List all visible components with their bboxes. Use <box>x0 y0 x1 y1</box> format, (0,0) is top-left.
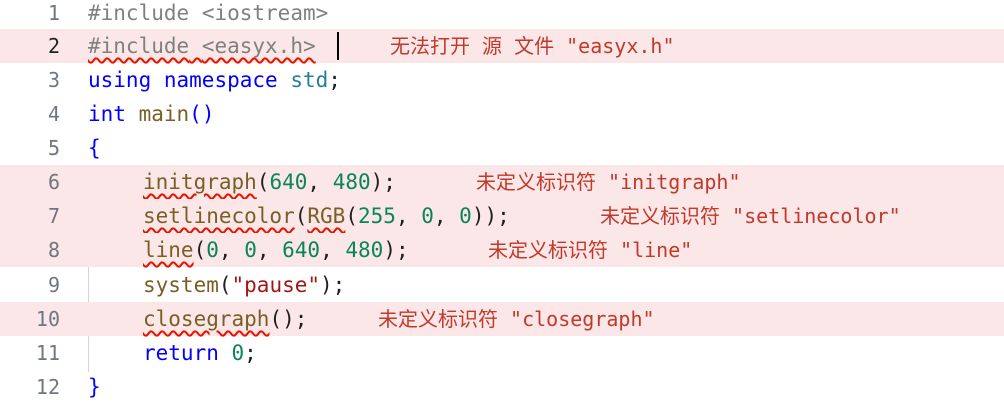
function-name: initgraph <box>143 170 257 194</box>
code-line[interactable]: 9 system("pause"); <box>0 268 1004 302</box>
code-text: system("pause"); <box>143 273 346 297</box>
line-number: 3 <box>47 68 60 92</box>
close-brace: } <box>88 375 101 399</box>
code-text: int main() <box>88 97 214 131</box>
keyword: namespace <box>163 68 278 92</box>
line-number: 1 <box>47 1 60 25</box>
string-literal: "pause" <box>231 273 321 297</box>
line-number: 11 <box>35 341 60 365</box>
line-number: 2 <box>47 34 60 58</box>
include-target: <easyx.h> <box>201 34 316 58</box>
code-text: closegraph(); <box>143 307 308 331</box>
code-line[interactable]: 8 line(0, 0, 640, 480); 未定义标识符 "line" <box>0 233 1004 267</box>
code-line[interactable]: 2 #include <easyx.h> 无法打开 源 文件 "easyx.h" <box>0 29 1004 63</box>
namespace-name: std <box>290 68 329 92</box>
open-brace: { <box>88 136 101 160</box>
code-text: setlinecolor(RGB(255, 0, 0)); <box>143 204 510 228</box>
code-line[interactable]: 12 } <box>0 370 1004 404</box>
code-text: #include <easyx.h> <box>88 29 316 63</box>
function-name: closegraph <box>143 307 270 331</box>
error-message: 未定义标识符 "line" <box>488 238 693 262</box>
line-number: 12 <box>35 375 60 399</box>
code-text: line(0, 0, 640, 480); <box>143 238 409 262</box>
code-text: #include <iostream> <box>88 0 328 30</box>
text-caret <box>337 32 339 60</box>
code-text: return 0; <box>143 341 257 365</box>
line-number: 6 <box>47 170 60 194</box>
error-message: 未定义标识符 "setlinecolor" <box>600 204 901 228</box>
type-keyword: int <box>88 102 126 126</box>
preprocessor-directive: #include <box>88 34 190 58</box>
function-name: line <box>143 238 194 262</box>
code-line[interactable]: 1 #include <iostream> <box>0 0 1004 30</box>
line-number: 8 <box>47 238 60 262</box>
preprocessor-directive: #include <box>88 1 190 25</box>
code-line[interactable]: 6 initgraph(640, 480); 未定义标识符 "initgraph… <box>0 165 1004 199</box>
code-line[interactable]: 7 setlinecolor(RGB(255, 0, 0)); 未定义标识符 "… <box>0 199 1004 233</box>
function-name: main <box>138 102 190 126</box>
code-line[interactable]: 10 closegraph(); 未定义标识符 "closegraph" <box>0 302 1004 336</box>
line-number: 10 <box>35 307 60 331</box>
code-line[interactable]: 11 return 0; <box>0 336 1004 370</box>
macro-name: RGB <box>307 204 346 228</box>
punctuation: ; <box>328 68 341 92</box>
error-message: 无法打开 源 文件 "easyx.h" <box>390 34 675 58</box>
line-number: 4 <box>47 102 60 126</box>
code-line[interactable]: 4 int main() <box>0 97 1004 131</box>
line-number: 5 <box>47 136 60 160</box>
line-number: 9 <box>47 273 60 297</box>
code-text: initgraph(640, 480); <box>143 170 396 194</box>
keyword: return <box>143 341 219 365</box>
function-name: setlinecolor <box>143 204 295 228</box>
include-target: <iostream> <box>201 1 329 25</box>
code-editor[interactable]: 1 #include <iostream> 2 #include <easyx.… <box>0 0 1004 412</box>
keyword: using <box>88 68 152 92</box>
error-message: 未定义标识符 "closegraph" <box>378 307 655 331</box>
line-number: 7 <box>47 204 60 228</box>
code-line[interactable]: 3 using namespace std; <box>0 63 1004 97</box>
function-name: system <box>143 273 219 297</box>
punctuation: () <box>189 102 215 126</box>
error-message: 未定义标识符 "initgraph" <box>476 170 741 194</box>
code-line[interactable]: 5 { <box>0 131 1004 165</box>
code-text: using namespace std; <box>88 63 341 97</box>
